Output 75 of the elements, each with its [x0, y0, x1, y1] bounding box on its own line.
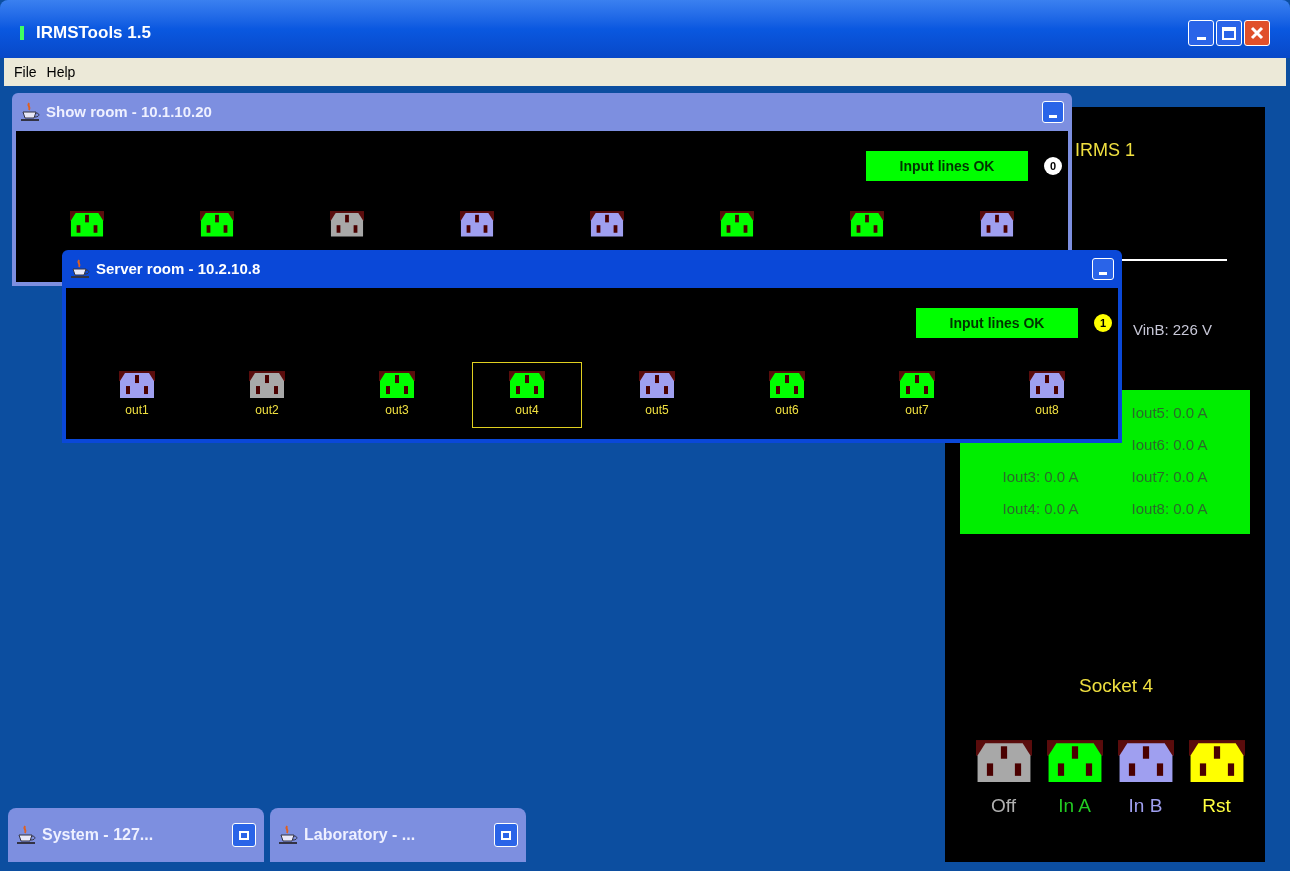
restore-icon — [232, 823, 256, 847]
status-label: Input lines OK — [916, 308, 1078, 338]
current-reading: Iout8: 0.0 A — [1130, 499, 1209, 520]
power-socket-icon — [249, 370, 285, 400]
window-title: Server room - 10.2.10.8 — [96, 258, 261, 279]
socket-button[interactable] — [979, 210, 1015, 239]
socket-button[interactable]: out5 — [602, 362, 712, 428]
power-socket-icon — [975, 740, 1032, 784]
minimize-icon — [1099, 272, 1107, 275]
power-socket-icon — [200, 211, 234, 238]
current-reading: Iout6: 0.0 A — [1130, 435, 1209, 456]
power-socket-icon — [379, 370, 415, 400]
coffee-cup-icon — [20, 102, 42, 122]
socket-button[interactable]: out7 — [862, 362, 972, 428]
mode-button[interactable]: Rst — [1188, 740, 1245, 821]
minimize-icon — [1196, 37, 1206, 40]
minimize-button[interactable] — [1042, 101, 1064, 123]
mode-button[interactable]: In B — [1117, 740, 1174, 821]
window-title: IRMSTools 1.5 — [36, 22, 151, 45]
mode-button[interactable]: Off — [975, 740, 1032, 821]
status-label: Input lines OK — [866, 151, 1028, 181]
socket-button[interactable]: out3 — [342, 362, 452, 428]
socket-button[interactable] — [719, 210, 755, 239]
socket-button[interactable] — [589, 210, 625, 239]
mode-button[interactable]: In A — [1046, 740, 1103, 821]
device-title: IRMS 1 — [1075, 139, 1136, 162]
minimize-button[interactable] — [1092, 258, 1114, 280]
power-socket-icon — [590, 211, 624, 238]
current-reading: Iout5: 0.0 A — [1130, 403, 1209, 424]
maximize-button[interactable] — [1216, 20, 1242, 46]
coffee-cup-icon — [278, 825, 300, 845]
coffee-cup-icon — [70, 259, 92, 279]
socket-button[interactable]: out4 — [472, 362, 582, 428]
menu-item[interactable]: Help — [46, 61, 76, 83]
count-badge: 0 — [1044, 157, 1062, 175]
socket-button[interactable] — [199, 210, 235, 239]
minimize-icon — [1049, 115, 1057, 118]
socket-button[interactable]: out1 — [82, 362, 192, 428]
current-reading: Iout3: 0.0 A — [1001, 467, 1080, 488]
coffee-cup-icon — [16, 825, 38, 845]
socket-button[interactable] — [69, 210, 105, 239]
power-socket-icon — [1117, 740, 1174, 784]
window-title: Show room - 10.1.10.20 — [46, 101, 212, 122]
power-socket-icon — [70, 211, 104, 238]
power-socket-icon — [639, 370, 675, 400]
restore-icon — [494, 823, 518, 847]
socket-title: Socket 4 — [1079, 673, 1153, 698]
power-socket-icon — [1029, 370, 1065, 400]
count-badge: 1 — [1094, 314, 1112, 332]
close-icon — [1250, 26, 1264, 40]
power-socket-icon — [769, 370, 805, 400]
socket-button[interactable]: out6 — [732, 362, 842, 428]
maximize-icon — [1222, 26, 1236, 40]
power-socket-icon — [850, 211, 884, 238]
current-reading: Iout7: 0.0 A — [1130, 467, 1209, 488]
close-button[interactable] — [1244, 20, 1270, 46]
power-socket-icon — [1046, 740, 1103, 784]
menu-item[interactable]: File — [14, 61, 37, 83]
power-socket-icon — [509, 370, 545, 400]
socket-button[interactable]: out2 — [212, 362, 322, 428]
app-icon — [20, 26, 24, 40]
socket-button[interactable] — [459, 210, 495, 239]
socket-button[interactable]: out8 — [992, 362, 1102, 428]
power-socket-icon — [980, 211, 1014, 238]
power-socket-icon — [119, 370, 155, 400]
current-reading: Iout4: 0.0 A — [1001, 499, 1080, 520]
minimize-button[interactable] — [1188, 20, 1214, 46]
socket-button[interactable] — [849, 210, 885, 239]
power-socket-icon — [899, 370, 935, 400]
power-socket-icon — [460, 211, 494, 238]
power-socket-icon — [1188, 740, 1245, 784]
socket-button[interactable] — [329, 210, 365, 239]
voltage-reading: VinB: 226 V — [1133, 320, 1213, 340]
power-socket-icon — [720, 211, 754, 238]
power-socket-icon — [330, 211, 364, 238]
